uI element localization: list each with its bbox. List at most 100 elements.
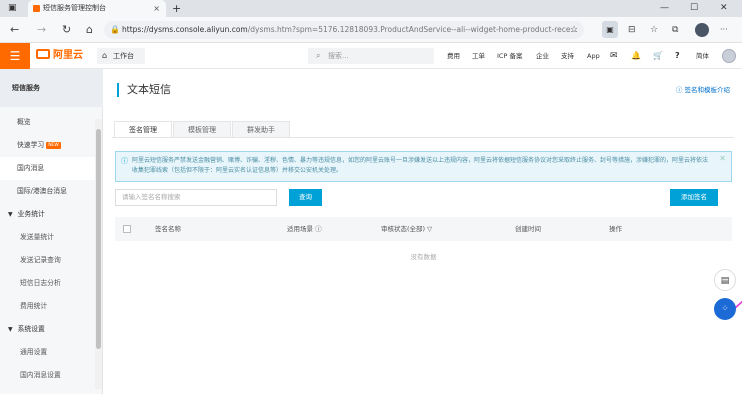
maximize-button[interactable]: ☐	[690, 0, 698, 17]
workbench-button[interactable]: ⌂ 工作台	[97, 48, 145, 64]
chat-icon[interactable]: ▤	[714, 269, 736, 291]
sidebar-item-overview[interactable]: 概览	[0, 111, 95, 134]
cart-icon[interactable]: 🛒	[653, 43, 663, 69]
user-avatar[interactable]	[722, 49, 736, 63]
filter-icon[interactable]: ▽	[427, 225, 432, 233]
home-icon[interactable]: ⌂	[86, 21, 93, 39]
sidebar-item-label: 国内消息	[17, 164, 45, 172]
scrollbar-thumb[interactable]	[96, 129, 101, 349]
favorite-icon[interactable]: ☆	[570, 21, 578, 39]
message-icon[interactable]: ✉	[610, 43, 618, 69]
sidebar-item-quick-learn[interactable]: 快速学习 NEW	[0, 134, 95, 157]
signature-search-input[interactable]: 请输入签名名称搜索	[115, 189, 277, 206]
more-icon[interactable]: ···	[720, 21, 728, 39]
console-search-input[interactable]: ⌕ 搜索...	[308, 48, 434, 64]
language-switch[interactable]: 简体	[696, 43, 709, 69]
nav-app[interactable]: App	[587, 43, 600, 69]
tab-actions-icon[interactable]: ▣	[8, 0, 17, 17]
column-created-time: 创建时间	[515, 225, 541, 233]
url-path: /dysms.htm?spm=5176.12818093.ProductAndS…	[247, 25, 578, 34]
sidebar-item-log-analysis[interactable]: 短信日志分析	[0, 272, 95, 295]
new-badge: NEW	[46, 142, 61, 149]
sidebar-item-cost-stats[interactable]: 费用统计	[0, 295, 95, 318]
sidebar-scrollbar[interactable]	[95, 119, 102, 389]
column-review-status[interactable]: 审核状态(全部) ▽	[381, 217, 432, 241]
collections-icon[interactable]: ⧉	[672, 21, 678, 39]
info-icon: ⓘ	[121, 157, 128, 165]
sidebar-group-settings[interactable]: ▼ 系统设置	[0, 318, 95, 341]
tab-close-icon[interactable]: ×	[153, 0, 160, 17]
caret-down-icon: ▼	[8, 211, 13, 218]
question-circle-icon[interactable]: ⓘ	[315, 225, 322, 233]
column-actions: 操作	[609, 225, 622, 233]
reload-icon[interactable]: ↻	[62, 21, 71, 39]
column-signature-name: 签名名称	[155, 225, 181, 233]
info-circle-icon: ⓘ	[675, 86, 685, 94]
nav-ticket[interactable]: 工单	[472, 43, 485, 69]
sidebar-item-label: 费用统计	[20, 302, 48, 310]
profile-avatar[interactable]	[695, 23, 709, 37]
nav-icp[interactable]: ICP 备案	[497, 43, 522, 69]
sidebar-item-international[interactable]: 国际/港澳台消息	[0, 180, 95, 203]
search-placeholder: 搜索...	[328, 52, 349, 60]
browser-tab[interactable]: 短信服务管理控制台 ×	[28, 0, 166, 17]
compliance-notice: ⓘ 阿里云短信服务严禁发送金融营销、赌博、诈骗、淫秽、色情、暴力等违规信息，如您…	[115, 151, 732, 182]
sidebar-group-label: 系统设置	[17, 325, 45, 333]
aliyun-logo[interactable]: 阿里云	[36, 49, 83, 63]
url-host: https://dysms.console.aliyun.com	[122, 25, 248, 34]
tab-template-management[interactable]: 模板管理	[173, 121, 231, 138]
logo-text: 阿里云	[53, 50, 83, 61]
sidebar-item-domestic-settings[interactable]: 国内消息设置	[0, 364, 95, 387]
column-review-status-label: 审核状态(全部)	[381, 225, 426, 233]
nav-billing[interactable]: 费用	[447, 43, 460, 69]
help-link-label: 签名和模板介绍	[684, 86, 731, 94]
column-scenario-label: 适用场景	[287, 225, 313, 233]
sidebar-item-label: 快速学习	[17, 141, 45, 149]
notice-text: 阿里云短信服务严禁发送金融营销、赌博、诈骗、淫秽、色情、暴力等违规信息，如您的阿…	[132, 157, 709, 174]
sidebar-group-business[interactable]: ▼ 业务统计	[0, 203, 95, 226]
sidebar-item-domestic[interactable]: 国内消息	[0, 157, 95, 180]
workbench-label: 工作台	[113, 52, 134, 60]
tab-bulk-assistant[interactable]: 群发助手	[232, 121, 290, 138]
nav-enterprise[interactable]: 企业	[536, 43, 549, 69]
forward-icon[interactable]: →	[37, 21, 46, 39]
close-window-button[interactable]: ✕	[720, 0, 728, 17]
apps-icon[interactable]: ⁘	[714, 298, 736, 320]
favorites-icon[interactable]: ☆	[650, 21, 658, 39]
split-screen-icon[interactable]: ⊟	[628, 21, 636, 39]
extension-icon[interactable]: ▣	[602, 21, 618, 38]
signature-template-help-link[interactable]: ⓘ 签名和模板介绍	[676, 84, 730, 96]
logo-mark-icon	[36, 49, 50, 59]
console-header: ☰ 阿里云 ⌂ 工作台 ⌕ 搜索... 费用 工单 ICP 备案 企业 支持 A…	[0, 43, 742, 69]
sidebar-item-general-settings[interactable]: 通用设置	[0, 341, 95, 364]
nav-support[interactable]: 支持	[561, 43, 574, 69]
sidebar-item-label: 发送记录查询	[20, 256, 61, 264]
page-title: 文本短信	[117, 83, 171, 97]
lock-icon: 🔒	[110, 25, 120, 34]
home-icon: ⌂	[102, 51, 108, 60]
empty-state-text: 没有数据	[410, 253, 437, 261]
add-signature-button[interactable]: 添加签名	[670, 189, 718, 206]
address-bar[interactable]: 🔒 https://dysms.console.aliyun.com/dysms…	[104, 21, 584, 39]
sidebar-item-label: 通用设置	[20, 348, 48, 356]
back-icon[interactable]: ←	[10, 21, 19, 39]
select-all-checkbox[interactable]	[123, 225, 131, 233]
search-icon: ⌕	[316, 51, 321, 60]
sidebar-item-label: 国内消息设置	[20, 371, 61, 379]
minimize-button[interactable]: —	[660, 0, 669, 17]
column-scenario: 适用场景 ⓘ	[287, 217, 322, 241]
bell-icon[interactable]: 🔔	[631, 43, 641, 69]
favicon-icon	[33, 5, 40, 12]
sidebar: 短信服务 概览 快速学习 NEW 国内消息 国际/港澳台消息 ▼ 业务统计 发送量统…	[0, 69, 103, 394]
menu-icon[interactable]: ☰	[0, 43, 30, 69]
tab-signature-management[interactable]: 签名管理	[114, 121, 172, 138]
sidebar-item-send-stats[interactable]: 发送量统计	[0, 226, 95, 249]
sidebar-item-send-records[interactable]: 发送记录查询	[0, 249, 95, 272]
browser-toolbar: ← → ↻ ⌂ 🔒 https://dysms.console.aliyun.c…	[0, 17, 742, 43]
help-icon[interactable]: ?	[675, 43, 680, 69]
table-header: 签名名称 适用场景 ⓘ 审核状态(全部) ▽ 创建时间 操作	[115, 217, 732, 241]
sidebar-title: 短信服务	[0, 69, 103, 107]
query-button[interactable]: 查询	[289, 189, 322, 206]
notice-close-icon[interactable]: ✕	[719, 154, 726, 164]
new-tab-button[interactable]: +	[172, 0, 181, 17]
